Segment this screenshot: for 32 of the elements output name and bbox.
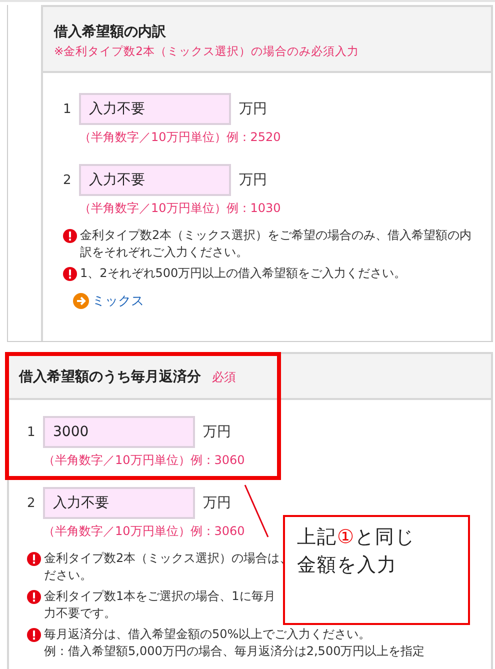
- alert-icon: [27, 590, 41, 604]
- amount-field[interactable]: 入力不要: [43, 487, 195, 519]
- alert-icon: [27, 628, 41, 642]
- alert-icon: [27, 552, 41, 566]
- field-number: 2: [63, 172, 72, 188]
- field-number: 2: [27, 496, 36, 510]
- input-hint: （半角数字／10万円単位）例：2520: [79, 129, 281, 146]
- field-number: 1: [27, 424, 36, 440]
- alert-icon: [63, 267, 77, 281]
- note-text: 金利タイプ数1本をご選択の場合、1に毎月 力不要です。: [44, 588, 276, 622]
- callout-text: 上記① と同じ 金額を入力: [297, 525, 416, 578]
- alert-icon: [63, 229, 77, 243]
- field-number: 1: [63, 102, 72, 116]
- section-title: 借入希望額のうち毎月返済分: [19, 369, 201, 385]
- input-hint: （半角数字／10万円単位）例：3060: [43, 452, 245, 469]
- amount-field[interactable]: 入力不要: [79, 93, 231, 125]
- input-hint: （半角数字／10万円単位）例：1030: [79, 200, 281, 217]
- note-text: 1、2それぞれ500万円以上の借入希望額をご入力ください。: [80, 265, 406, 282]
- amount-field[interactable]: 入力不要: [79, 164, 231, 196]
- note-text: 金利タイプ数2本（ミックス選択）をご希望の場合のみ、借入希望額の内訳をそれぞれご入力ください。: [80, 227, 473, 261]
- unit-label: 万円: [239, 100, 267, 118]
- note-text: 毎月返済分は、借入希望金額の50%以上でご入力ください。 例：借入希望額5,000万円の場合、毎月返済分は2,500万円以上を指定: [44, 626, 425, 660]
- section-title: 借入希望額の内訳: [54, 24, 166, 40]
- unit-label: 万円: [203, 494, 231, 512]
- required-label: 必須: [212, 370, 236, 384]
- amount-field[interactable]: 3000: [43, 416, 195, 448]
- unit-label: 万円: [203, 423, 231, 441]
- note-text: 金利タイプ数2本（ミックス選択）の場合は、 ださい。: [44, 550, 292, 584]
- input-hint: （半角数字／10万円単位）例：3060: [43, 523, 245, 540]
- section-note: ※金利タイプ数2本（ミックス選択）の場合のみ必須入力: [54, 44, 360, 59]
- mix-link[interactable]: ミックス: [92, 292, 144, 310]
- unit-label: 万円: [239, 171, 267, 189]
